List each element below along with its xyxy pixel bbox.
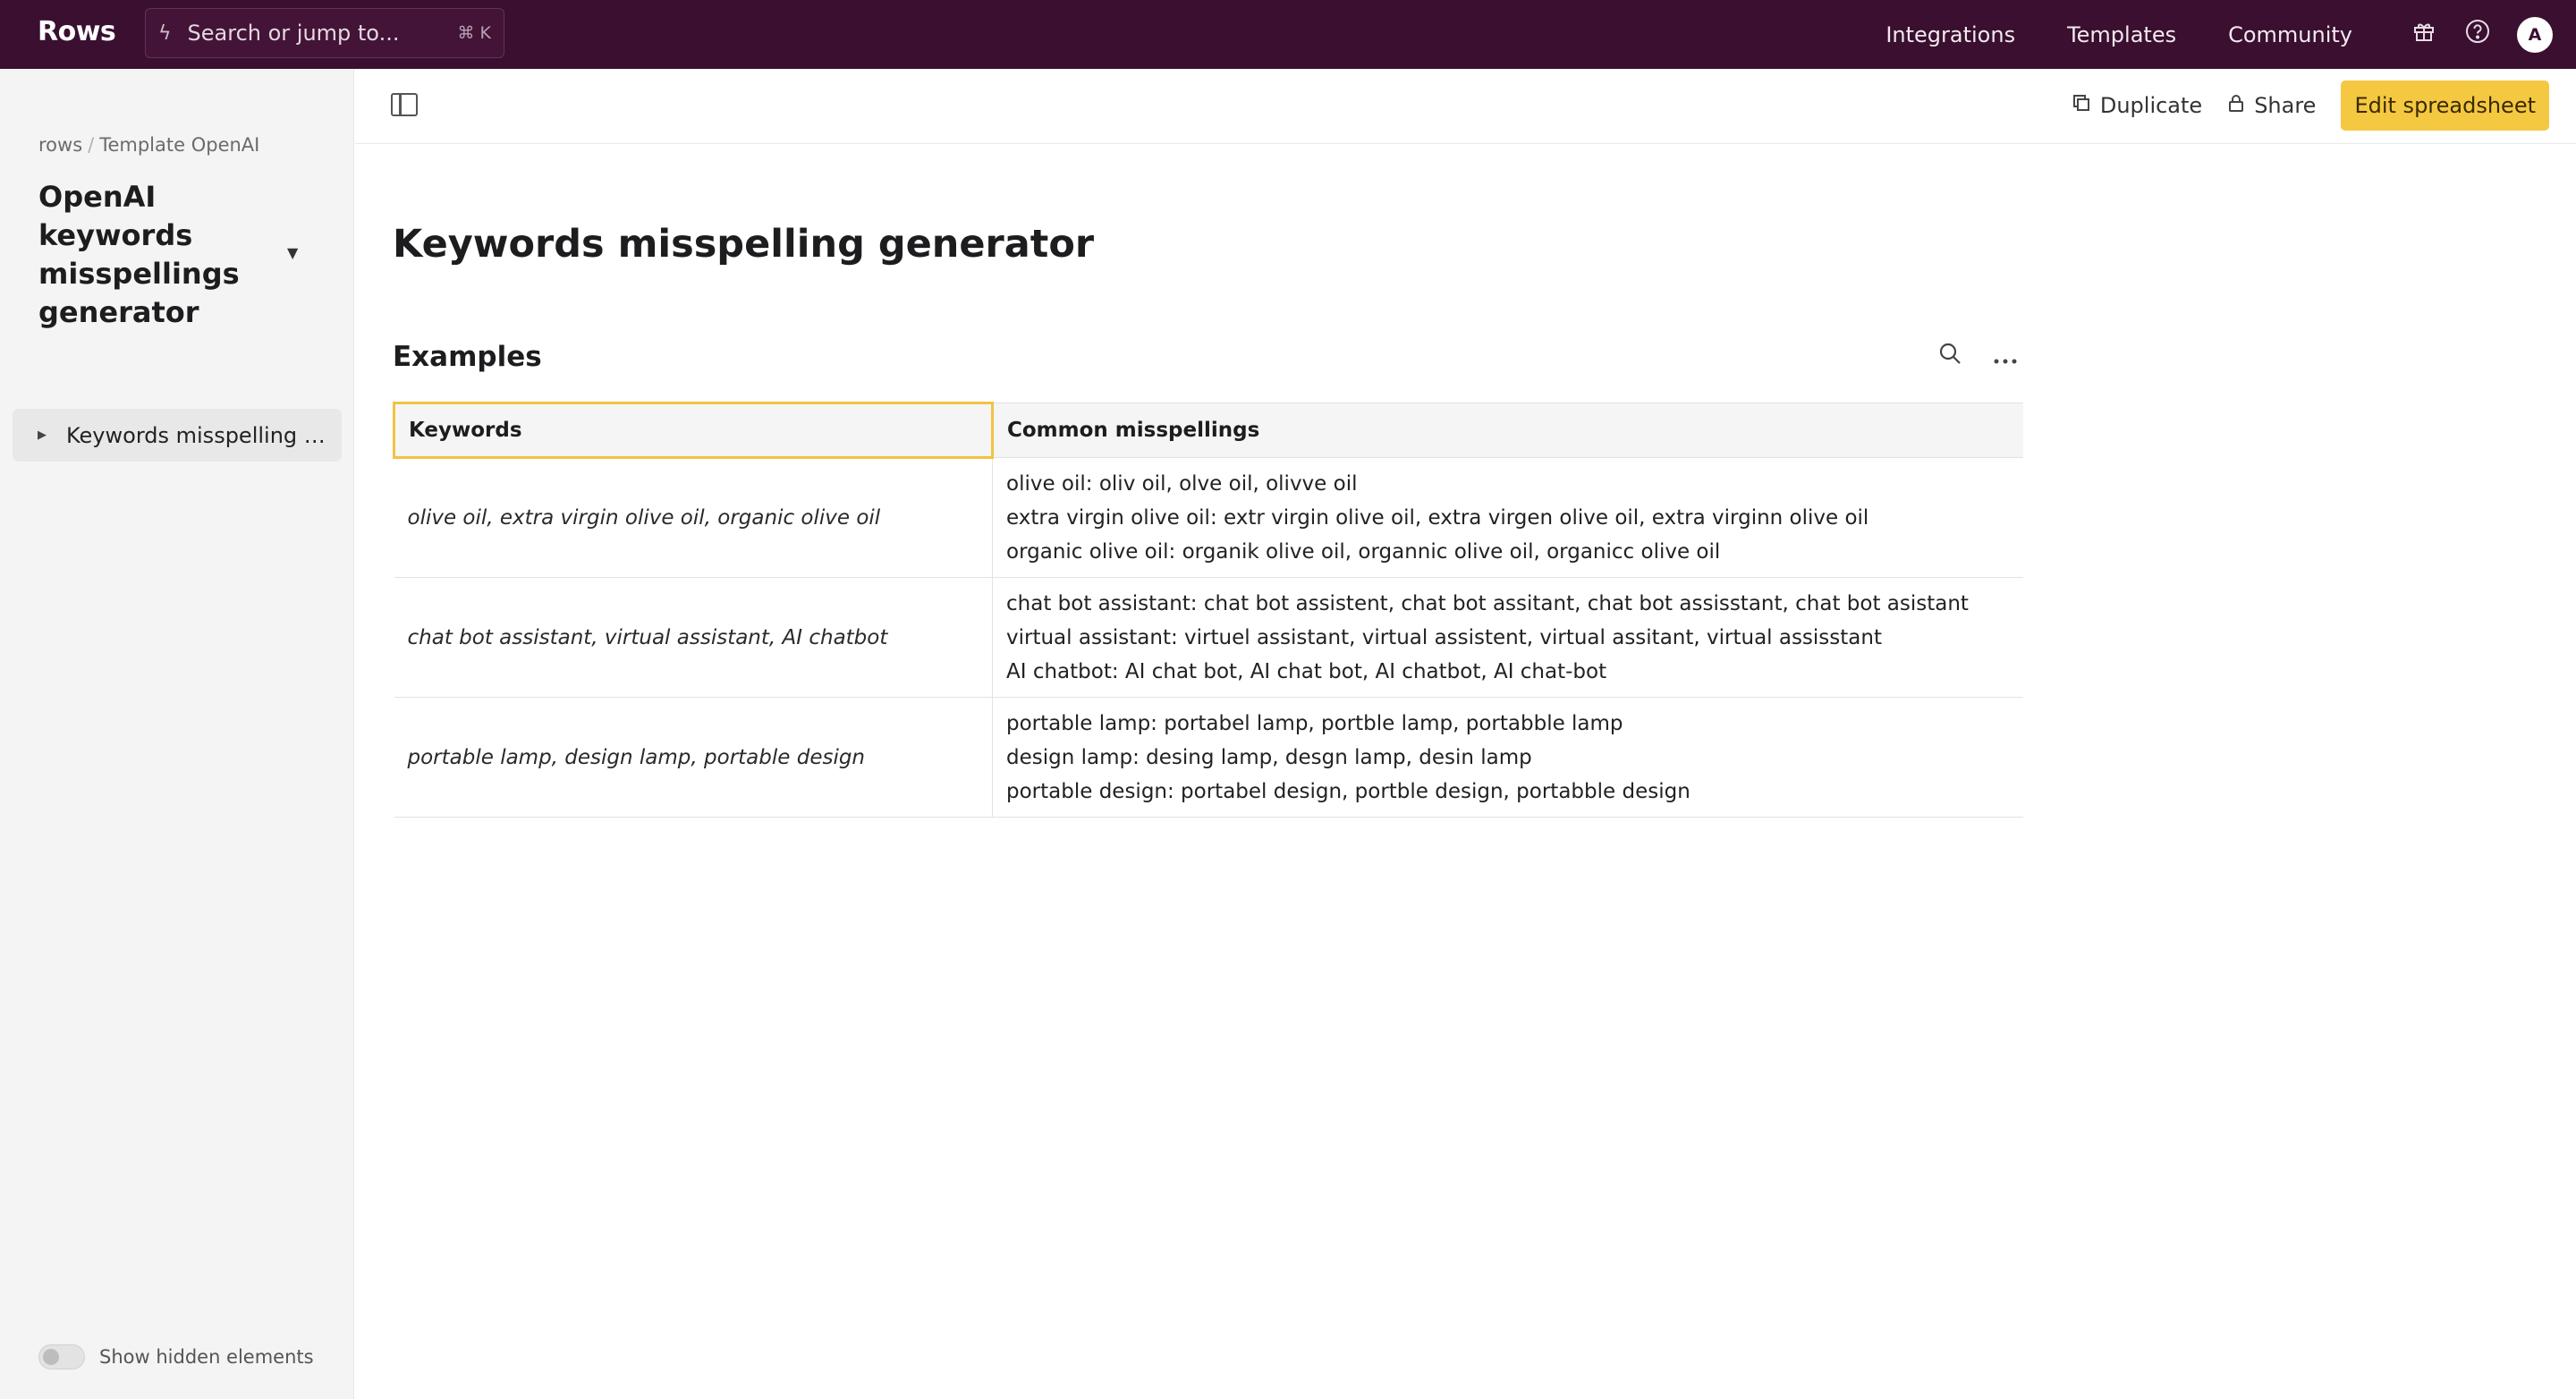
duplicate-button[interactable]: Duplicate [2072,93,2202,118]
misspelling-line: organic olive oil: organik olive oil, or… [1006,539,1721,564]
sidebar-item-keywords-misspelling[interactable]: ▶ Keywords misspelling generator [13,409,342,462]
page-title: Keywords misspelling generator [393,222,1095,267]
misspellings-cell[interactable]: portable lamp: portabel lamp, portble la… [992,697,2023,818]
lock-icon [2227,93,2245,118]
table-row: chat bot assistant, virtual assistant, A… [394,577,2023,698]
misspelling-line: chat bot assistant: chat bot assistent, … [1006,591,1969,615]
search-icon[interactable] [1937,341,1962,372]
panel-toggle-icon[interactable] [391,93,418,116]
nav-integrations[interactable]: Integrations [1885,22,2015,47]
misspelling-line: extra virgin olive oil: extr virgin oliv… [1006,505,1869,530]
table-row: portable lamp, design lamp, portable des… [394,697,2023,818]
sidebar-item-label: Keywords misspelling generator [66,422,326,448]
duplicate-label: Duplicate [2099,93,2203,118]
top-bar: Rows ϟ Search or jump to... ⌘ K Integrat… [0,0,2576,69]
misspellings-cell[interactable]: chat bot assistant: chat bot assistent, … [992,577,2023,698]
caret-right-icon[interactable]: ▶ [38,428,47,442]
keywords-cell[interactable]: chat bot assistant, virtual assistant, A… [394,577,993,698]
keywords-cell[interactable]: portable lamp, design lamp, portable des… [394,697,993,818]
misspelling-line: AI chatbot: AI chat bot, AI chat bot, AI… [1006,659,1607,683]
misspelling-line: virtual assistant: virtuel assistant, vi… [1006,625,1882,649]
share-label: Share [2254,93,2317,118]
show-hidden-toggle[interactable] [38,1344,85,1369]
help-icon[interactable] [2463,19,2492,50]
document-title: OpenAI keywords misspellings generator [38,180,240,329]
examples-table: Keywords Common misspellings olive oil, … [393,402,2023,818]
table-tools [1937,341,2018,372]
gift-icon[interactable] [2410,20,2438,49]
breadcrumb: rows / Template OpenAI [38,134,259,156]
section-title: Examples [393,341,542,373]
column-header-keywords[interactable]: Keywords [393,402,994,459]
top-icons: A [2410,0,2553,69]
more-icon[interactable] [1993,342,2018,371]
nav-community[interactable]: Community [2228,22,2352,47]
breadcrumb-root[interactable]: rows [38,134,82,156]
share-button[interactable]: Share [2227,93,2316,118]
brand-logo[interactable]: Rows [38,16,116,47]
misspellings-cell[interactable]: olive oil: oliv oil, olve oil, olivve oi… [992,457,2023,578]
misspelling-line: design lamp: desing lamp, desgn lamp, de… [1006,745,1532,769]
toolbar-actions: Duplicate Share Edit spreadsheet [2072,81,2549,131]
search-shortcut: ⌘ K [457,23,492,43]
misspelling-line: olive oil: oliv oil, olve oil, olivve oi… [1006,471,1358,496]
breadcrumb-separator: / [88,134,95,156]
caret-down-icon[interactable]: ▼ [287,244,298,261]
misspelling-line: portable lamp: portabel lamp, portble la… [1006,711,1623,735]
breadcrumb-current[interactable]: Template OpenAI [99,134,259,156]
top-nav: Integrations Templates Community [1885,0,2352,69]
edit-spreadsheet-button[interactable]: Edit spreadsheet [2341,81,2549,131]
table-header-row: Keywords Common misspellings [393,402,2023,459]
duplicate-icon [2072,93,2091,118]
keywords-cell[interactable]: olive oil, extra virgin olive oil, organ… [394,457,993,578]
search-placeholder: Search or jump to... [187,21,400,46]
sidebar: rows / Template OpenAI OpenAI keywords mis… [0,69,354,1399]
toggle-knob [43,1349,59,1365]
search-input[interactable]: ϟ Search or jump to... ⌘ K [145,8,504,58]
show-hidden-label: Show hidden elements [99,1346,314,1368]
misspelling-line: portable design: portabel design, portbl… [1006,779,1690,803]
page-toolbar: Duplicate Share Edit spreadsheet [355,69,2576,144]
column-header-misspellings[interactable]: Common misspellings [992,403,2023,458]
avatar[interactable]: A [2517,16,2553,53]
bolt-icon: ϟ [158,21,172,45]
show-hidden-row: Show hidden elements [38,1344,314,1369]
nav-templates[interactable]: Templates [2067,22,2176,47]
table-row: olive oil, extra virgin olive oil, organ… [394,457,2023,578]
